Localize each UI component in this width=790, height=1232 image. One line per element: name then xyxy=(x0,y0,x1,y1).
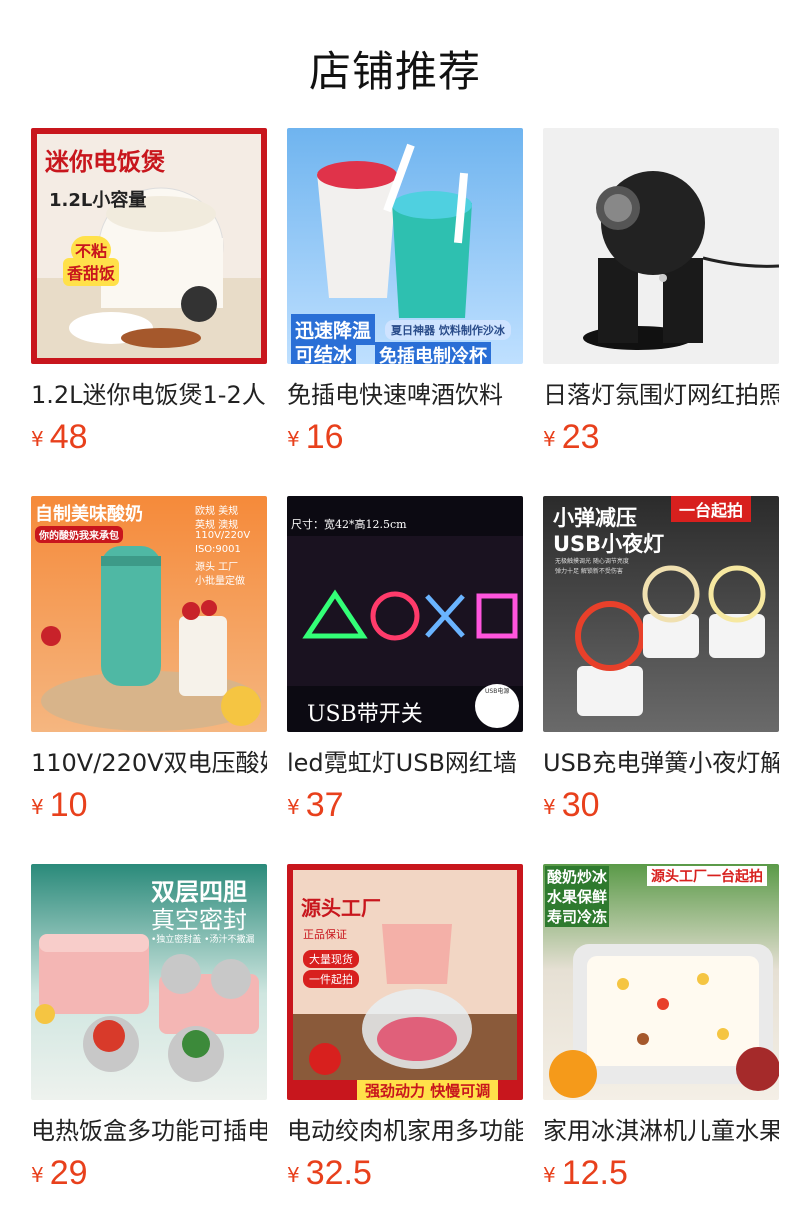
product-price: ¥48 xyxy=(31,418,88,457)
currency-symbol: ¥ xyxy=(543,1163,556,1187)
price-value: 23 xyxy=(561,418,600,456)
image-caption: 你的酸奶我来承包 xyxy=(35,526,123,543)
price-value: 37 xyxy=(305,786,344,824)
price-value: 16 xyxy=(305,418,344,456)
product-price: ¥12.5 xyxy=(543,1154,628,1193)
image-caption: 尺寸：宽42*高12.5cm xyxy=(291,518,407,531)
product-card[interactable]: 迅速降温 可结冰 夏日神器 饮料制作沙冰 免插电制冷杯 免插电快速啤酒饮料 ¥1… xyxy=(287,128,523,468)
image-caption: 香甜饭 xyxy=(63,258,120,286)
product-image[interactable] xyxy=(543,128,779,364)
currency-symbol: ¥ xyxy=(31,427,44,451)
image-caption: 源头 工厂 xyxy=(195,562,239,573)
image-caption: 迷你电饭煲 xyxy=(45,148,165,176)
product-image[interactable]: 双层四胆 真空密封 •独立密封盖 •汤汁不撒漏 xyxy=(31,864,267,1100)
image-caption: •独立密封盖 •汤汁不撒漏 xyxy=(151,935,255,945)
currency-symbol: ¥ xyxy=(31,795,44,819)
image-caption: 一台起拍 xyxy=(671,496,752,522)
product-image[interactable]: 源头工厂 正品保证 大量现货 一件起拍 强劲动力 快慢可调 xyxy=(287,864,523,1100)
image-caption: USB带开关 xyxy=(307,702,423,727)
product-image[interactable]: 迷你电饭煲 1.2L小容量 不粘 香甜饭 xyxy=(31,128,267,364)
image-caption: USB小夜灯 xyxy=(553,532,665,556)
image-caption: 源头工厂 xyxy=(301,896,381,920)
product-image[interactable]: 尺寸：宽42*高12.5cm USB带开关 USB电源 xyxy=(287,496,523,732)
product-image[interactable]: 酸奶炒冰 水果保鲜 寿司冷冻 源头工厂一台起拍 xyxy=(543,864,779,1100)
image-caption: 1.2L小容量 xyxy=(49,190,147,211)
product-name[interactable]: 日落灯氛围灯网红拍照 xyxy=(543,380,779,410)
image-caption: 英规 澳规 xyxy=(195,520,239,531)
image-caption: 自制美味酸奶 xyxy=(35,504,143,525)
image-caption: 小批量定做 xyxy=(195,576,245,587)
product-card[interactable]: 日落灯氛围灯网红拍照 ¥23 xyxy=(543,128,779,468)
price-value: 10 xyxy=(49,786,88,824)
price-value: 12.5 xyxy=(561,1154,628,1192)
currency-symbol: ¥ xyxy=(287,1163,300,1187)
image-caption: 欧规 美规 xyxy=(195,506,239,517)
product-name[interactable]: 电热饭盒多功能可插电 xyxy=(31,1116,267,1146)
image-caption: 强劲动力 快慢可调 xyxy=(357,1080,499,1100)
product-card[interactable]: 酸奶炒冰 水果保鲜 寿司冷冻 源头工厂一台起拍 家用冰淇淋机儿童水果 ¥12.5 xyxy=(543,864,779,1204)
image-caption: USB电源 xyxy=(485,688,510,695)
product-price: ¥37 xyxy=(287,786,344,825)
product-name[interactable]: USB充电弹簧小夜灯解压 xyxy=(543,748,779,778)
product-name[interactable]: 家用冰淇淋机儿童水果 xyxy=(543,1116,779,1146)
currency-symbol: ¥ xyxy=(287,795,300,819)
image-caption: 可结冰 xyxy=(291,340,357,364)
product-name[interactable]: led霓虹灯USB网红墙 xyxy=(287,748,523,778)
image-caption: 夏日神器 饮料制作沙冰 xyxy=(385,320,511,340)
image-caption: ISO:9001 xyxy=(195,544,241,555)
product-price: ¥16 xyxy=(287,418,344,457)
image-caption: 一件起拍 xyxy=(303,970,359,988)
price-value: 29 xyxy=(49,1154,88,1192)
product-card[interactable]: 自制美味酸奶 你的酸奶我来承包 欧规 美规 英规 澳规 110V/220V IS… xyxy=(31,496,267,836)
image-caption: 寿司冷冻 xyxy=(545,906,610,927)
image-caption: 源头工厂一台起拍 xyxy=(647,866,767,886)
image-caption: 正品保证 xyxy=(303,928,347,941)
section-title: 店铺推荐 xyxy=(308,47,481,96)
product-name[interactable]: 电动绞肉机家用多功能 xyxy=(287,1116,523,1146)
product-name[interactable]: 免插电快速啤酒饮料 xyxy=(287,380,523,410)
product-price: ¥32.5 xyxy=(287,1154,372,1193)
product-price: ¥10 xyxy=(31,786,88,825)
currency-symbol: ¥ xyxy=(543,427,556,451)
image-caption: 无极触摸调光 随心调节亮度 xyxy=(555,558,629,565)
product-card[interactable]: 双层四胆 真空密封 •独立密封盖 •汤汁不撒漏 电热饭盒多功能可插电 ¥29 xyxy=(31,864,267,1204)
currency-symbol: ¥ xyxy=(543,795,556,819)
product-price: ¥29 xyxy=(31,1154,88,1193)
product-card[interactable]: 迷你电饭煲 1.2L小容量 不粘 香甜饭 1.2L迷你电饭煲1-2人 ¥48 xyxy=(31,128,267,468)
image-caption: 酸奶炒冰 xyxy=(545,866,610,887)
product-image[interactable]: 自制美味酸奶 你的酸奶我来承包 欧规 美规 英规 澳规 110V/220V IS… xyxy=(31,496,267,732)
image-caption: 110V/220V xyxy=(195,530,251,541)
currency-symbol: ¥ xyxy=(31,1163,44,1187)
price-value: 30 xyxy=(561,786,600,824)
product-image[interactable]: 迅速降温 可结冰 夏日神器 饮料制作沙冰 免插电制冷杯 xyxy=(287,128,523,364)
image-caption: 免插电制冷杯 xyxy=(375,342,491,364)
product-image[interactable]: 小弹减压 USB小夜灯 一台起拍 无极触摸调光 随心调节亮度 弹力十足 解锁新不… xyxy=(543,496,779,732)
product-name[interactable]: 110V/220V双电压酸奶 xyxy=(31,748,267,778)
product-name[interactable]: 1.2L迷你电饭煲1-2人 xyxy=(31,380,267,410)
product-price: ¥30 xyxy=(543,786,600,825)
price-value: 48 xyxy=(49,418,88,456)
price-value: 32.5 xyxy=(305,1154,372,1192)
image-caption: 真空密封 xyxy=(151,906,247,934)
image-caption: 弹力十足 解锁新不受伤害 xyxy=(555,568,623,575)
product-card[interactable]: 源头工厂 正品保证 大量现货 一件起拍 强劲动力 快慢可调 电动绞肉机家用多功能… xyxy=(287,864,523,1204)
product-price: ¥23 xyxy=(543,418,600,457)
currency-symbol: ¥ xyxy=(287,427,300,451)
product-card[interactable]: 尺寸：宽42*高12.5cm USB带开关 USB电源 led霓虹灯USB网红墙… xyxy=(287,496,523,836)
image-caption: 水果保鲜 xyxy=(545,886,610,907)
image-caption: 大量现货 xyxy=(303,950,359,968)
product-card[interactable]: 小弹减压 USB小夜灯 一台起拍 无极触摸调光 随心调节亮度 弹力十足 解锁新不… xyxy=(543,496,779,836)
